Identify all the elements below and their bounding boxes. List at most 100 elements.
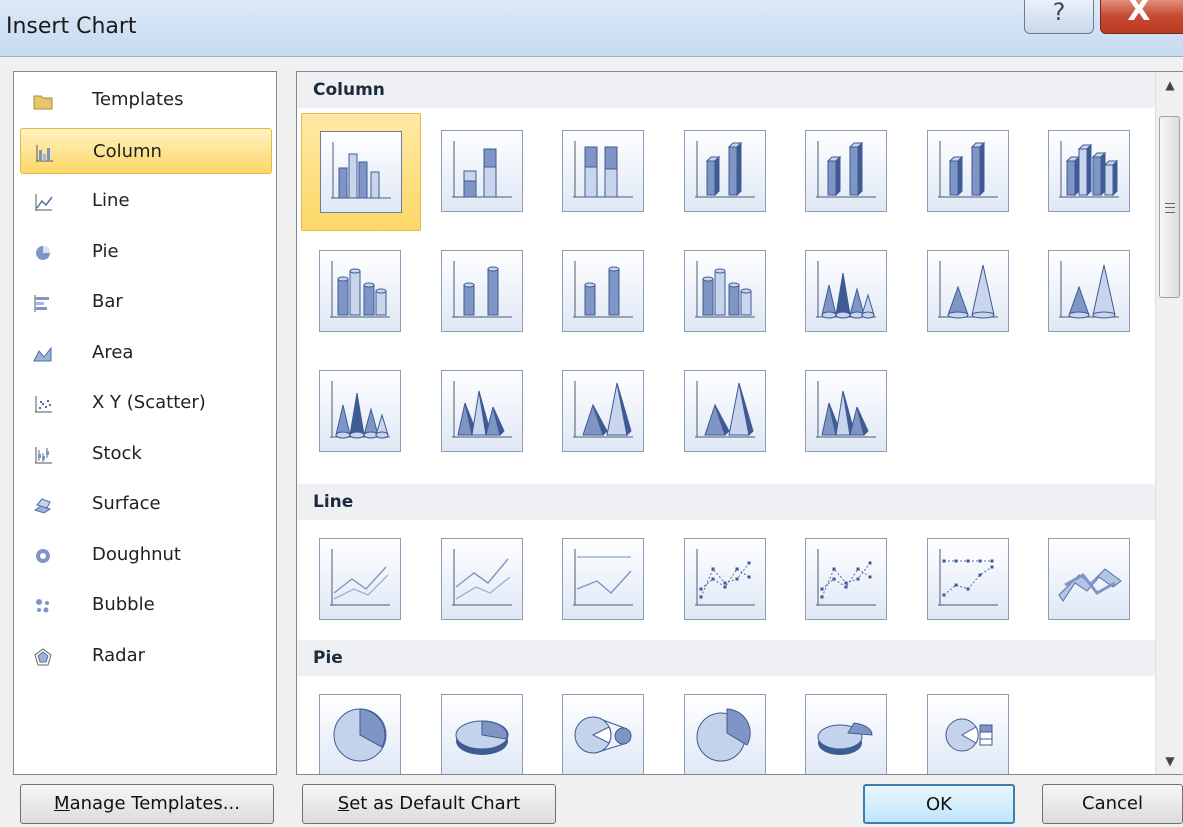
chart-thumbnail [683,370,766,452]
line-option[interactable] [301,521,421,639]
stacked-pyramid-option[interactable] [544,353,664,471]
help-icon: ? [1052,0,1066,26]
3d-100-stacked-column-icon [937,141,998,198]
category-item-line[interactable]: Line [20,178,272,224]
chart-category-list: Templates Column Line Pie Bar Area X Y (Scatte… [13,71,277,775]
category-label: X Y (Scatter) [92,392,206,413]
3d-clustered-column-option[interactable] [666,113,786,231]
section-title: Pie [313,648,343,668]
category-item-doughnut[interactable]: Doughnut [20,532,272,578]
section-header-line: Line [297,484,1155,520]
bar-chart-icon [34,295,49,312]
category-label: Bubble [92,594,155,615]
chart-thumbnail [440,130,523,212]
stacked-column-option[interactable] [423,113,543,231]
cancel-button[interactable]: Cancel [1042,784,1183,824]
exploded-3d-pie-option[interactable] [787,677,907,774]
chart-thumbnail [1048,538,1130,620]
exploded-pie-icon [696,708,751,762]
category-item-stock[interactable]: Stock [20,431,272,477]
3d-pie-option[interactable] [423,677,543,774]
chart-thumbnail [805,370,887,452]
3d-stacked-column-option[interactable] [787,113,907,231]
gallery-scrollbar[interactable]: ▲ ▼ [1155,72,1183,774]
100-stacked-line-with-markers-option[interactable] [909,521,1029,639]
category-label: Templates [92,89,184,110]
close-button[interactable]: X [1100,0,1183,34]
3d-clustered-column-icon [694,141,755,198]
stacked-column-icon [451,141,512,198]
3d-cone-option[interactable] [301,353,421,471]
3d-cylinder-option[interactable] [666,233,786,351]
pie-of-pie-option[interactable] [544,677,664,774]
category-item-bubble[interactable]: Bubble [20,582,272,628]
chart-thumbnail [440,250,523,332]
chart-thumbnail [319,538,401,620]
chart-thumbnail [805,538,887,620]
stacked-cylinder-option[interactable] [423,233,543,351]
exploded-pie-option[interactable] [666,677,786,774]
3d-pyramid-option[interactable] [787,353,907,471]
category-label: Pie [92,240,119,262]
category-item-folder[interactable]: Templates [20,77,272,123]
stacked-cone-icon [937,261,998,319]
set-as-default-chart-button[interactable]: Set as Default Chart [302,784,556,824]
100-stacked-column-option[interactable] [544,113,664,231]
section-header-column: Column [297,72,1155,108]
clustered-cylinder-option[interactable] [301,233,421,351]
category-item-area[interactable]: Area [20,330,272,376]
3d-line-option[interactable] [1030,521,1150,639]
100-stacked-column-icon [573,141,633,198]
chart-thumbnail [926,694,1009,774]
chart-thumbnail [805,130,887,212]
chart-thumbnail [562,538,644,620]
line-with-markers-option[interactable] [666,521,786,639]
doughnut-chart-icon [36,548,50,563]
scroll-up-arrow-icon[interactable]: ▲ [1156,72,1183,98]
scroll-down-arrow-icon[interactable]: ▼ [1156,748,1183,774]
chart-thumbnail [683,538,766,620]
3d-stacked-column-icon [816,141,876,198]
chart-thumbnail [562,694,644,774]
3d-column-option[interactable] [1030,113,1150,231]
pie-chart-icon [36,245,50,260]
category-item-radar[interactable]: Radar [20,633,272,679]
chart-thumbnail [926,250,1009,332]
chart-thumbnail [562,370,644,452]
100-stacked-line-option[interactable] [544,521,664,639]
title-bar: Insert Chart ? X [0,0,1183,57]
100-stacked-pyramid-option[interactable] [666,353,786,471]
line-with-markers-icon [694,549,755,606]
scroll-thumb[interactable] [1159,116,1180,298]
category-item-pie[interactable]: Pie [20,229,272,275]
clustered-cone-option[interactable] [787,233,907,351]
stacked-line-with-markers-option[interactable] [787,521,907,639]
clustered-column-option[interactable] [301,113,421,231]
category-item-surface[interactable]: Surface [20,481,272,527]
manage-templates-button[interactable]: Manage Templates... [20,784,274,824]
folder-icon [33,95,53,110]
clustered-column-icon [331,142,391,199]
ok-button[interactable]: OK [863,784,1015,824]
100-stacked-cylinder-option[interactable] [544,233,664,351]
category-label: Surface [92,493,161,514]
stacked-line-option[interactable] [423,521,543,639]
bar-of-pie-option[interactable] [909,677,1029,774]
category-label: Area [92,341,134,363]
3d-100-stacked-column-option[interactable] [909,113,1029,231]
pie-option[interactable] [301,677,421,774]
clustered-pyramid-option[interactable] [423,353,543,471]
category-label: Column [93,140,162,162]
stacked-cone-option[interactable] [909,233,1029,351]
chart-thumbnail [683,694,766,774]
100-stacked-line-icon [573,549,633,606]
category-item-bar[interactable]: Bar [20,279,272,325]
category-item-scatter[interactable]: X Y (Scatter) [20,380,272,426]
bubble-chart-icon [36,599,49,613]
100-stacked-cone-option[interactable] [1030,233,1150,351]
section-title: Line [313,492,354,512]
help-button[interactable]: ? [1024,0,1094,34]
category-item-column[interactable]: Column [20,127,272,174]
column-chart-icon [36,144,53,161]
3d-pie-icon [455,720,508,755]
